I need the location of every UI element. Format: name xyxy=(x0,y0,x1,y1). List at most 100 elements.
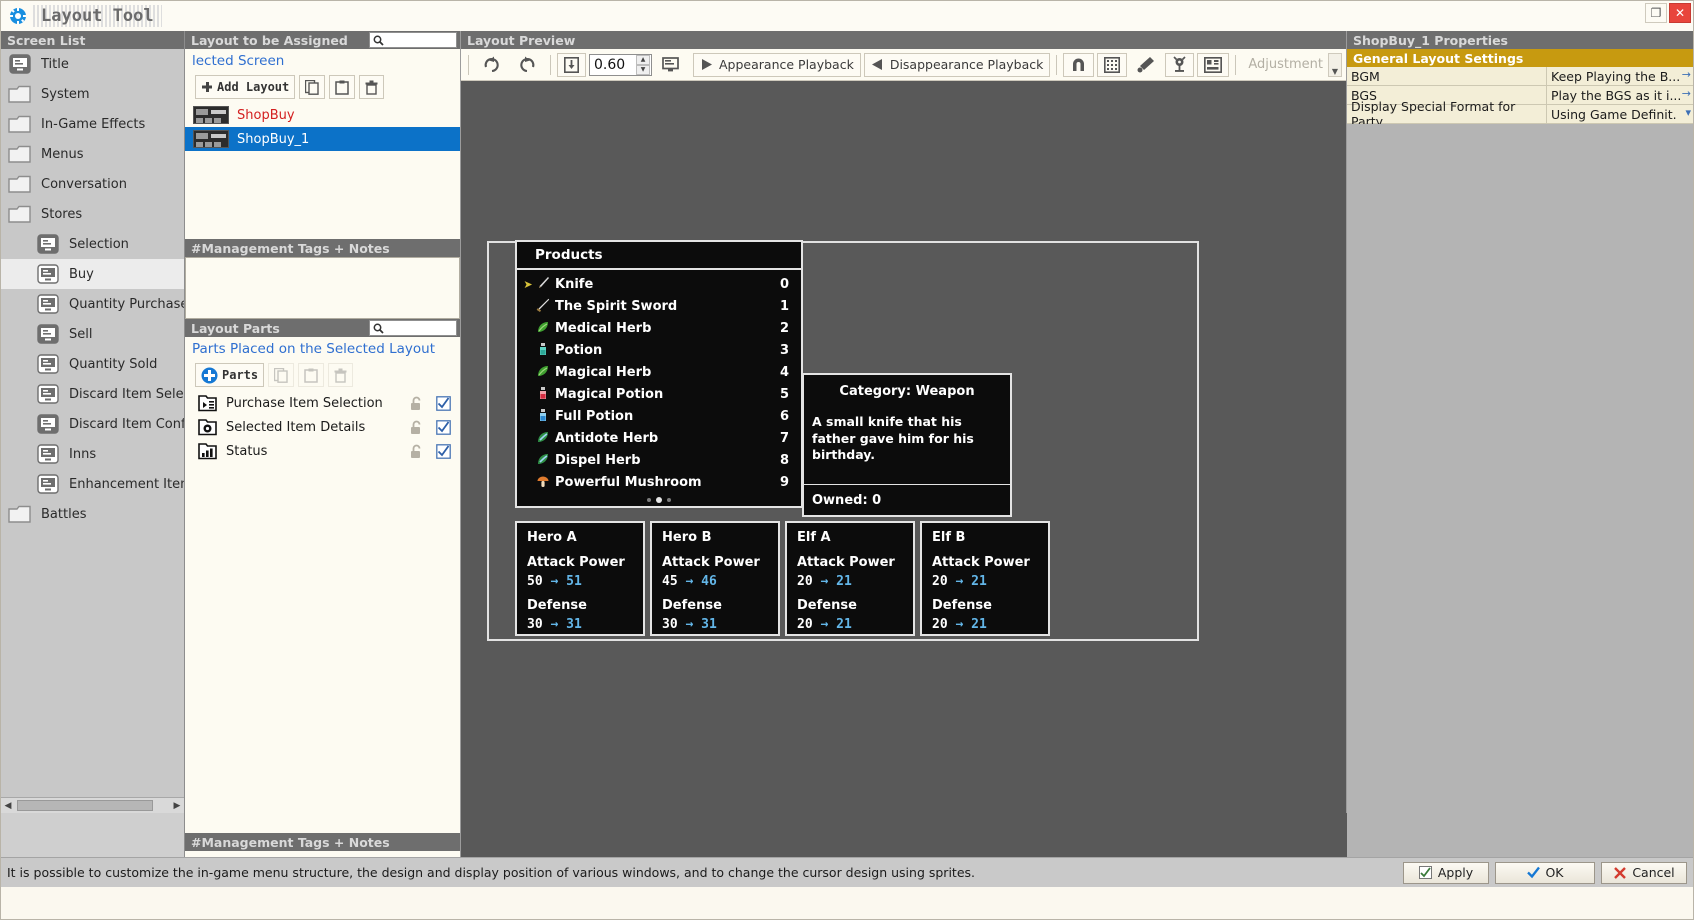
sidebar-item-buy[interactable]: Buy xyxy=(1,259,184,289)
sidebar-item-discard-item-confirm[interactable]: Discard Item Confirm xyxy=(1,409,184,439)
pin-marker-button[interactable] xyxy=(1165,52,1195,77)
property-value[interactable]: Keep Playing the B... → xyxy=(1547,67,1693,85)
part-detail-icon xyxy=(197,417,217,437)
scroll-right-icon[interactable]: ▶ xyxy=(170,798,184,814)
screen-list-panel: Screen List Title System In-Game Effects Me… xyxy=(1,31,185,813)
adjustment-scroll-down-icon[interactable]: ▼ xyxy=(1328,52,1342,77)
layout-list-item[interactable]: ShopBuy xyxy=(185,103,460,127)
sidebar-item-title[interactable]: Title xyxy=(1,49,184,79)
zoom-up-icon[interactable]: ▲ xyxy=(636,54,650,65)
scroll-left-icon[interactable]: ◀ xyxy=(1,798,15,814)
sidebar-item-label: Discard Item Selectio xyxy=(69,386,184,402)
copy-part-button[interactable] xyxy=(268,363,295,387)
sidebar-item-quantity-sold[interactable]: Quantity Sold xyxy=(1,349,184,379)
property-more-icon[interactable]: ▾ xyxy=(1685,106,1691,119)
display-mode-button[interactable] xyxy=(655,53,686,77)
sidebar-item-stores[interactable]: Stores xyxy=(1,199,184,229)
product-row[interactable]: ➤ Knife 0 xyxy=(517,273,801,295)
delete-layout-button[interactable] xyxy=(359,75,385,99)
property-key: BGM xyxy=(1347,67,1547,85)
paste-layout-button[interactable] xyxy=(329,75,356,99)
restore-button[interactable]: ❐ xyxy=(1645,3,1667,23)
paste-part-button[interactable] xyxy=(298,363,325,387)
undo-button[interactable] xyxy=(511,53,544,77)
bottom-preview-filler xyxy=(461,813,1347,857)
zoom-stepper[interactable]: ▲ ▼ xyxy=(636,54,650,75)
sidebar-item-battles[interactable]: Battles xyxy=(1,499,184,529)
parts-search-box[interactable] xyxy=(369,320,457,336)
product-row[interactable]: Magical Herb 4 xyxy=(517,361,801,383)
stat-label-defense: Defense xyxy=(797,598,857,613)
sidebar-item-conversation[interactable]: Conversation xyxy=(1,169,184,199)
magnet-snap-button[interactable] xyxy=(1063,52,1095,77)
checkbox-checked-icon xyxy=(435,443,451,459)
lock-open-icon[interactable] xyxy=(407,442,425,460)
product-row[interactable]: Antidote Herb 7 xyxy=(517,427,801,449)
layout-list-item[interactable]: ShopBuy_1 xyxy=(185,127,460,151)
folder-icon xyxy=(8,115,31,133)
sidebar-item-discard-item-selectio[interactable]: Discard Item Selectio xyxy=(1,379,184,409)
product-row[interactable]: Medical Herb 2 xyxy=(517,317,801,339)
delete-part-button[interactable] xyxy=(328,363,354,387)
visibility-checkbox[interactable] xyxy=(434,442,452,460)
window-controls: ❐ ✕ xyxy=(1645,3,1691,23)
folder-icon xyxy=(8,205,31,223)
sidebar-item-quantity-purchased[interactable]: Quantity Purchased xyxy=(1,289,184,319)
ruler-pen-button[interactable] xyxy=(1130,53,1162,77)
layout-frame-button[interactable] xyxy=(1197,52,1230,77)
description-text: A small knife that his father gave him f… xyxy=(812,414,974,462)
sidebar-item-in-game-effects[interactable]: In-Game Effects xyxy=(1,109,184,139)
preview-canvas[interactable]: Products ➤ Knife 0 The Spirit Sword 1 Medical… xyxy=(461,81,1346,813)
product-row[interactable]: The Spirit Sword 1 xyxy=(517,295,801,317)
copy-layout-button[interactable] xyxy=(299,75,326,99)
sidebar-item-label: Title xyxy=(41,56,69,72)
grid-toggle-button[interactable] xyxy=(1097,52,1128,77)
zoom-down-icon[interactable]: ▼ xyxy=(636,64,650,75)
ok-button[interactable]: OK xyxy=(1495,861,1595,884)
lock-open-icon[interactable] xyxy=(407,394,425,412)
screen-icon xyxy=(37,474,59,494)
fit-to-screen-button[interactable] xyxy=(557,52,586,77)
visibility-checkbox[interactable] xyxy=(434,418,452,436)
cross-icon xyxy=(1613,866,1627,880)
description-window: A small knife that his father gave him f… xyxy=(802,408,1012,486)
product-row[interactable]: Full Potion 6 xyxy=(517,405,801,427)
assign-notes-area[interactable] xyxy=(185,257,460,319)
lock-open-icon[interactable] xyxy=(407,418,425,436)
sidebar-item-inns[interactable]: Inns xyxy=(1,439,184,469)
sidebar-item-label: Menus xyxy=(41,146,84,162)
product-row[interactable]: Powerful Mushroom 9 xyxy=(517,471,801,493)
property-value[interactable]: Using Game Definit. ▾ xyxy=(1547,105,1693,123)
property-more-icon[interactable]: → xyxy=(1682,87,1691,100)
product-row[interactable]: Dispel Herb 8 xyxy=(517,449,801,471)
property-row[interactable]: BGM Keep Playing the B... → xyxy=(1347,67,1693,86)
zoom-field[interactable]: 0.60 ▲ ▼ xyxy=(589,53,652,76)
property-value[interactable]: Play the BGS as it i... → xyxy=(1547,86,1693,104)
layout-part-item[interactable]: Purchase Item Selection xyxy=(185,391,460,415)
product-row[interactable]: Potion 3 xyxy=(517,339,801,361)
add-layout-button[interactable]: Add Layout xyxy=(195,75,296,99)
product-row[interactable]: Magical Potion 5 xyxy=(517,383,801,405)
property-more-icon[interactable]: → xyxy=(1682,68,1691,81)
redo-button[interactable] xyxy=(475,53,508,77)
close-button[interactable]: ✕ xyxy=(1669,3,1691,23)
apply-button[interactable]: Apply xyxy=(1403,861,1489,884)
property-row[interactable]: Display Special Format for Party Using Ga… xyxy=(1347,99,1693,129)
layout-search-box[interactable] xyxy=(369,32,457,48)
zoom-value[interactable]: 0.60 xyxy=(590,57,636,73)
cancel-button[interactable]: Cancel xyxy=(1601,861,1687,884)
sidebar-item-system[interactable]: System xyxy=(1,79,184,109)
disappearance-playback-button[interactable]: Disappearance Playback xyxy=(863,52,1051,77)
visibility-checkbox[interactable] xyxy=(434,394,452,412)
sidebar-item-menus[interactable]: Menus xyxy=(1,139,184,169)
add-parts-button[interactable]: Parts xyxy=(195,363,265,387)
sidebar-item-selection[interactable]: Selection xyxy=(1,229,184,259)
layout-part-item[interactable]: Selected Item Details xyxy=(185,415,460,439)
appearance-playback-button[interactable]: Appearance Playback xyxy=(693,52,861,77)
layout-parts-header: Layout Parts xyxy=(185,319,460,337)
layout-part-item[interactable]: Status xyxy=(185,439,460,463)
sidebar-item-enhancement-item-s[interactable]: Enhancement Item S xyxy=(1,469,184,499)
sidebar-item-sell[interactable]: Sell xyxy=(1,319,184,349)
screen-list-scrollbar[interactable]: ◀ ▶ xyxy=(1,797,184,813)
scroll-thumb[interactable] xyxy=(17,800,153,811)
